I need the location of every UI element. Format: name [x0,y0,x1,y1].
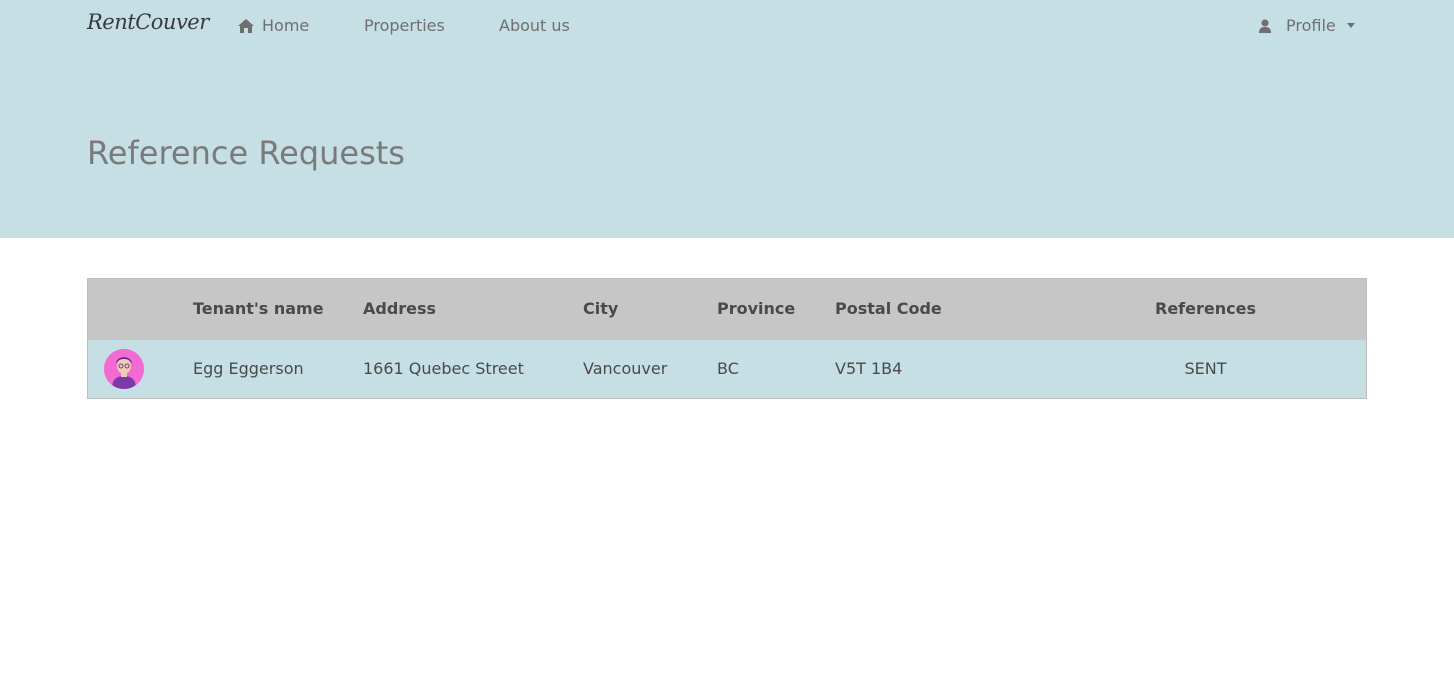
caret-down-icon [1346,23,1355,28]
user-icon [1259,19,1271,33]
column-header-province: Province [717,299,796,319]
nav-about-link[interactable]: About us [499,16,570,35]
page-header-banner: RentCouver Home Properties About us Prof [0,0,1454,238]
column-header-city: City [583,299,619,319]
avatar [104,348,144,389]
nav-home-label: Home [262,16,310,35]
nav-home-link[interactable]: Home [237,16,309,35]
column-header-references: References [1155,299,1256,319]
column-header-address: Address [363,299,437,319]
column-header-postal-code: Postal Code [835,299,942,319]
nav-properties-link[interactable]: Properties [364,16,445,35]
nav-properties-label: Properties [364,16,445,35]
brand-logo[interactable]: RentCouver [87,10,209,34]
cell-city: Vancouver [583,359,668,379]
table-header-row: Tenant's name Address City Province Post… [88,279,1366,339]
table-row[interactable]: Egg Eggerson 1661 Quebec Street Vancouve… [88,339,1366,398]
cell-address: 1661 Quebec Street [363,359,524,379]
top-navbar: RentCouver Home Properties About us Prof [0,0,1454,52]
profile-label: Profile [1286,16,1336,35]
page-title: Reference Requests [87,134,405,172]
cell-tenant-name: Egg Eggerson [193,359,304,379]
profile-dropdown-toggle[interactable]: Profile [1259,16,1355,35]
cell-references-status: SENT [1184,359,1227,379]
cell-postal-code: V5T 1B4 [835,359,903,379]
nav-about-label: About us [499,16,570,35]
column-header-tenant-name: Tenant's name [193,299,324,319]
column-header-avatar [88,279,193,339]
home-icon [237,18,255,34]
reference-requests-table: Tenant's name Address City Province Post… [87,278,1367,399]
cell-province: BC [717,359,739,379]
